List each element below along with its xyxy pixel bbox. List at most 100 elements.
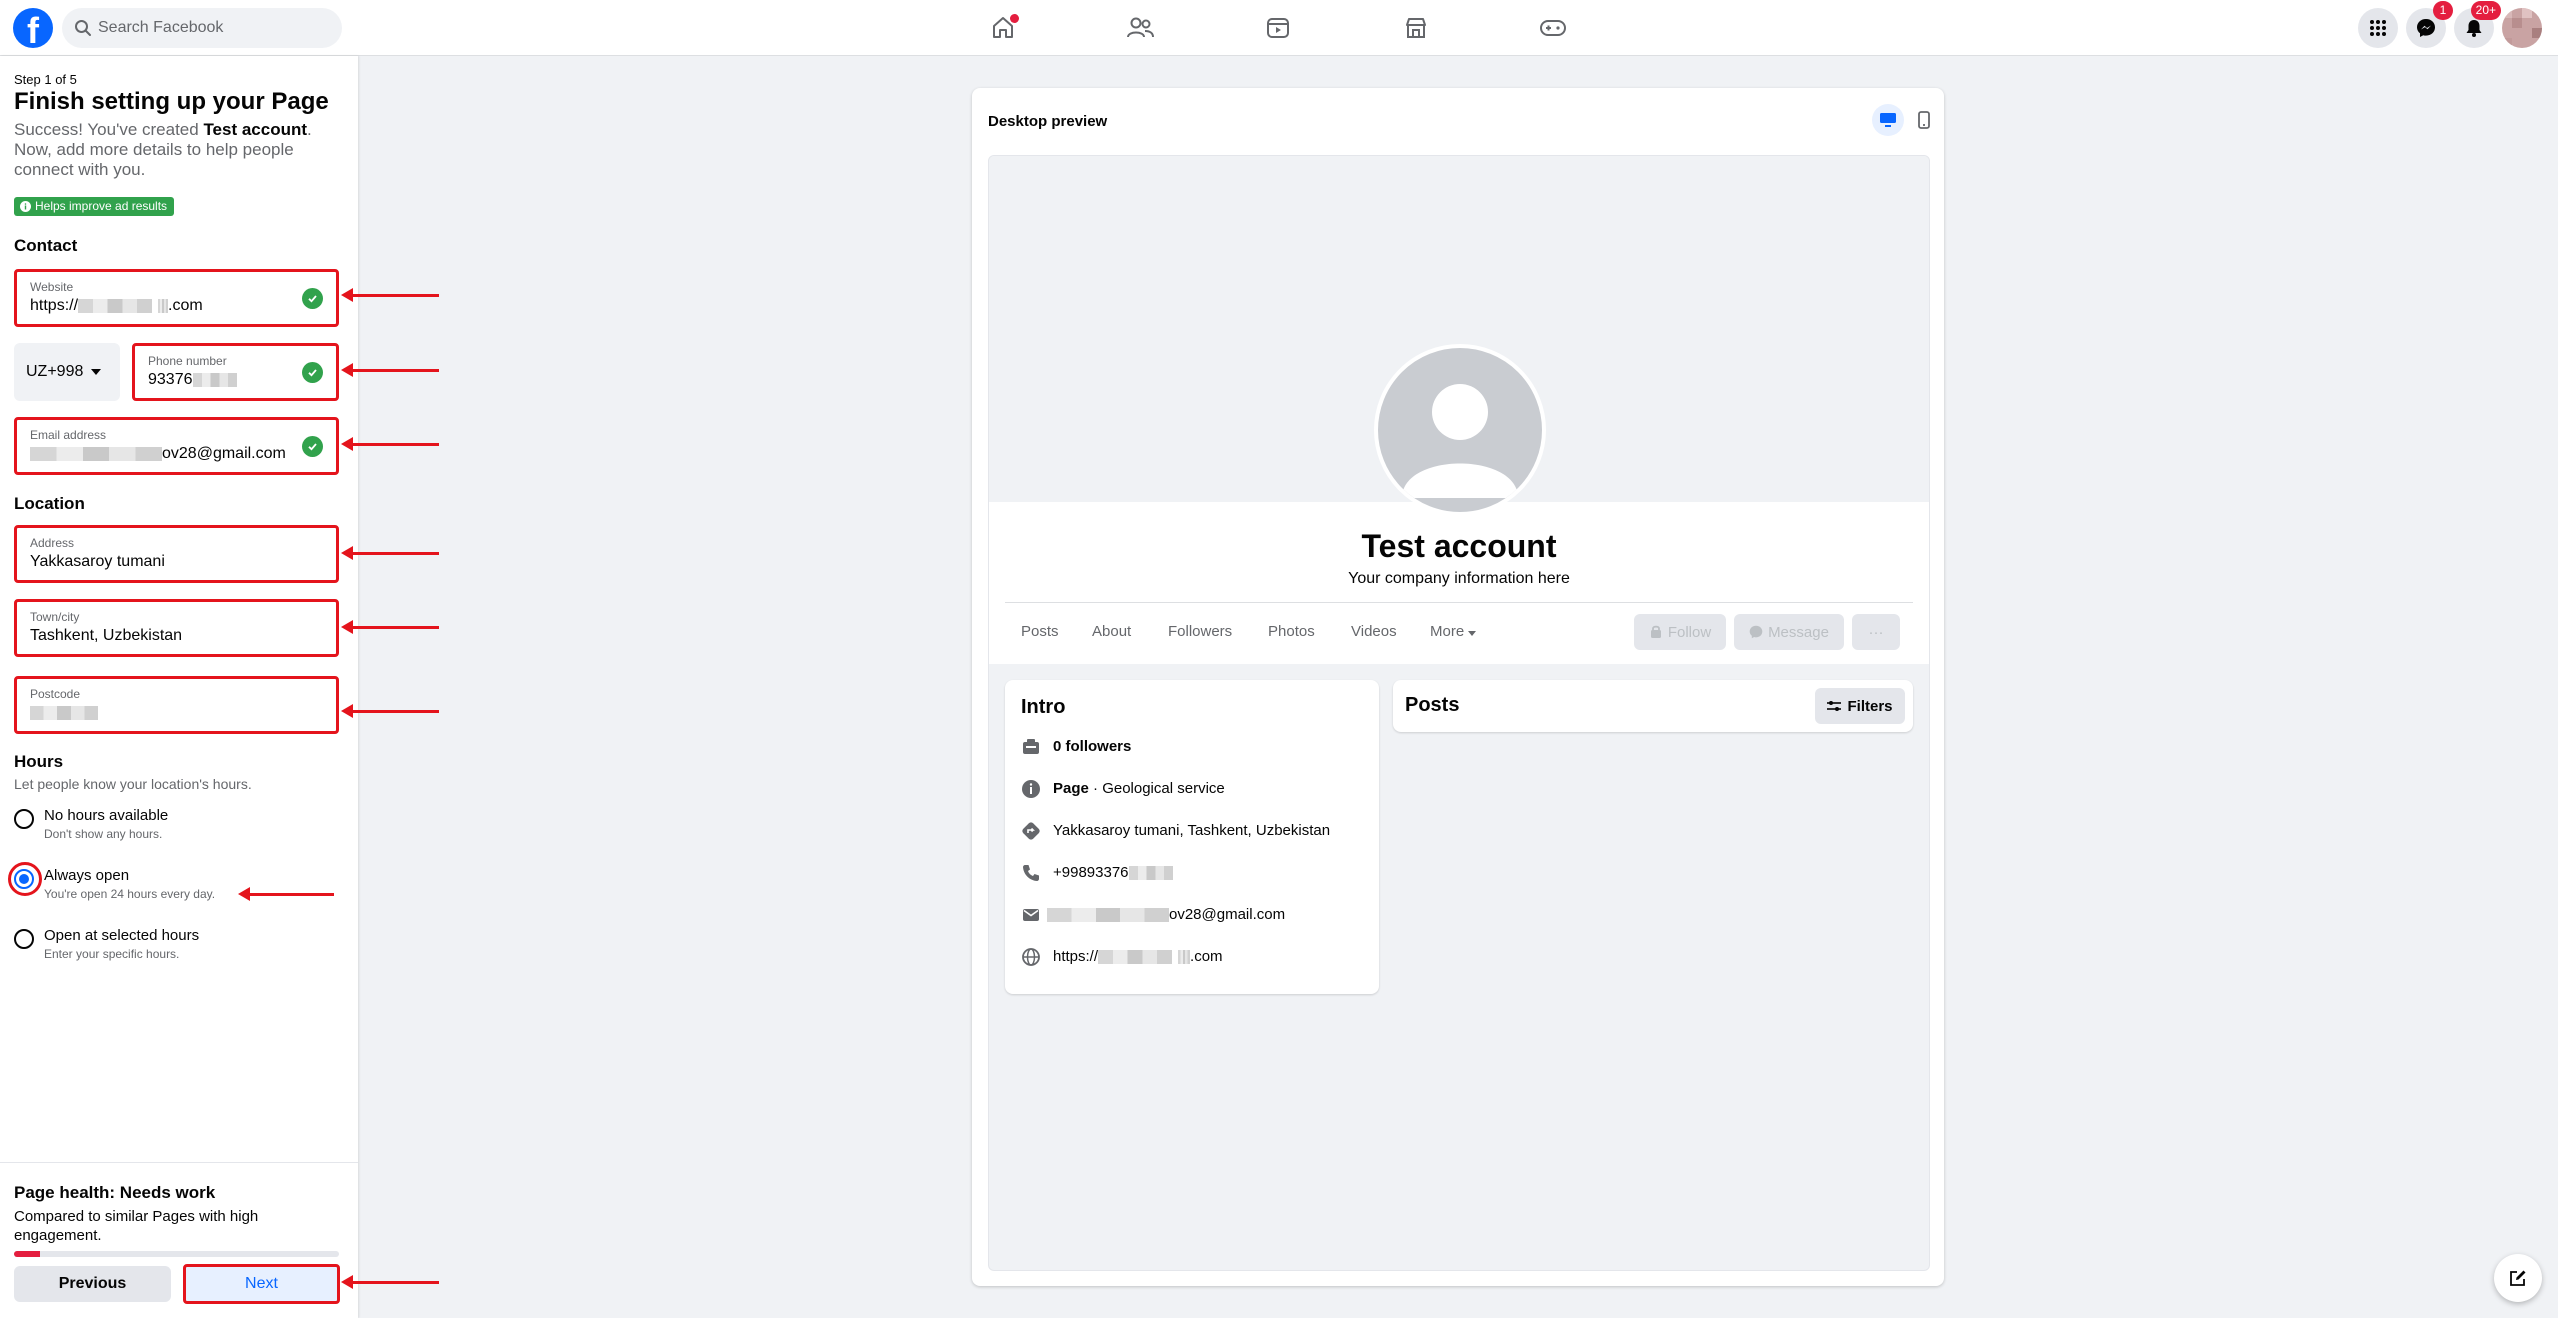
ad-results-tag: Helps improve ad results bbox=[14, 197, 175, 216]
caret-down-icon bbox=[1468, 631, 1477, 636]
new-message-button[interactable] bbox=[2494, 1254, 2542, 1302]
home-notification-dot bbox=[1010, 14, 1019, 23]
annotation-arrow bbox=[341, 437, 439, 451]
mobile-icon bbox=[1918, 111, 1930, 129]
posts-card: Posts Filters bbox=[1393, 680, 1913, 732]
messenger-button[interactable]: 1 bbox=[2406, 1, 2453, 48]
next-button[interactable]: Next bbox=[183, 1264, 340, 1304]
tab-posts[interactable]: Posts bbox=[1021, 623, 1059, 640]
contact-heading: Contact bbox=[14, 236, 78, 255]
location-heading: Location bbox=[14, 494, 85, 513]
tab-photos[interactable]: Photos bbox=[1268, 623, 1315, 640]
friends-icon bbox=[1127, 17, 1154, 38]
search-box[interactable] bbox=[62, 8, 342, 48]
annotation-arrow bbox=[238, 887, 334, 901]
tab-more[interactable]: More bbox=[1430, 623, 1477, 640]
facebook-logo[interactable]: f bbox=[13, 8, 53, 48]
step-indicator: Step 1 of 5 bbox=[14, 72, 77, 87]
option-subtitle: Enter your specific hours. bbox=[44, 947, 180, 961]
email-value[interactable]: ov28@gmail.com bbox=[30, 445, 286, 463]
nav-video[interactable] bbox=[1223, 4, 1333, 52]
tab-about[interactable]: About bbox=[1092, 623, 1131, 640]
postcode-field[interactable]: Postcode bbox=[14, 676, 339, 734]
message-button[interactable]: Message bbox=[1734, 614, 1844, 650]
nav-gaming[interactable] bbox=[1498, 4, 1608, 52]
town-city-value[interactable]: Tashkent, Uzbekistan bbox=[30, 627, 182, 645]
town-city-field[interactable]: Town/city Tashkent, Uzbekistan bbox=[14, 599, 339, 657]
email-field[interactable]: Email address ov28@gmail.com bbox=[14, 417, 339, 475]
nav-friends[interactable] bbox=[1085, 4, 1195, 52]
nav-home[interactable] bbox=[948, 4, 1058, 52]
marketplace-icon bbox=[1406, 18, 1426, 38]
email-label: Email address bbox=[30, 428, 107, 442]
follow-icon bbox=[1650, 625, 1661, 638]
annotation-arrow bbox=[341, 363, 439, 377]
messenger-icon bbox=[2417, 19, 2435, 37]
website-value[interactable]: https://.com bbox=[30, 297, 203, 315]
country-code-select[interactable]: UZ+998 bbox=[14, 343, 120, 401]
notifications-badge: 20+ bbox=[2470, 1, 2501, 20]
annotation-arrow bbox=[341, 288, 439, 302]
mobile-preview-button[interactable] bbox=[1908, 104, 1940, 136]
hours-option-none[interactable]: No hours available Don't show any hours. bbox=[14, 807, 334, 843]
website-field[interactable]: Website https://.com bbox=[14, 269, 339, 327]
more-options-button[interactable]: ··· bbox=[1852, 614, 1900, 650]
option-subtitle: You're open 24 hours every day. bbox=[44, 887, 216, 901]
address-value[interactable]: Yakkasaroy tumani bbox=[30, 553, 165, 571]
preview-page-description: Your company information here bbox=[1348, 570, 1570, 587]
page-health-subtitle: Compared to similar Pages with high enga… bbox=[14, 1208, 259, 1244]
search-input[interactable] bbox=[98, 8, 328, 48]
default-avatar-icon bbox=[1402, 384, 1518, 498]
info-icon bbox=[20, 201, 31, 212]
filters-button[interactable]: Filters bbox=[1815, 688, 1905, 724]
page-preview-card: Desktop preview Test account Your compan… bbox=[972, 88, 1944, 1286]
search-icon bbox=[75, 20, 91, 36]
followers-icon bbox=[1023, 739, 1039, 754]
page-tabs: Posts About Followers Photos Videos More… bbox=[1005, 602, 1913, 662]
postcode-label: Postcode bbox=[30, 687, 81, 701]
messenger-badge: 1 bbox=[2433, 1, 2453, 20]
directions-icon bbox=[1022, 822, 1040, 840]
profile-picture bbox=[1374, 344, 1546, 516]
radio-button[interactable] bbox=[14, 809, 34, 829]
annotation-arrow bbox=[341, 546, 439, 560]
option-subtitle: Don't show any hours. bbox=[44, 827, 163, 841]
option-title: Always open bbox=[44, 867, 130, 884]
phone-label: Phone number bbox=[148, 354, 227, 368]
compose-icon bbox=[2510, 1270, 2526, 1286]
menu-button[interactable] bbox=[2358, 8, 2398, 48]
option-title: No hours available bbox=[44, 807, 169, 824]
website-row: https://.com bbox=[1021, 946, 1371, 968]
tab-videos[interactable]: Videos bbox=[1351, 623, 1397, 640]
preview-title: Desktop preview bbox=[988, 113, 1108, 130]
posts-title: Posts bbox=[1405, 694, 1460, 716]
intro-title: Intro bbox=[1021, 696, 1066, 718]
phone-field[interactable]: Phone number 93376 bbox=[132, 343, 339, 401]
town-city-label: Town/city bbox=[30, 610, 80, 624]
hours-option-always-open[interactable]: Always open You're open 24 hours every d… bbox=[8, 862, 334, 903]
option-title: Open at selected hours bbox=[44, 927, 200, 944]
previous-button[interactable]: Previous bbox=[14, 1266, 171, 1302]
phone-value[interactable]: 93376 bbox=[148, 371, 237, 389]
desktop-preview-button[interactable] bbox=[1872, 104, 1904, 136]
page-health-progress bbox=[14, 1251, 339, 1257]
email-row: ov28@gmail.com bbox=[1021, 904, 1371, 926]
globe-icon bbox=[1022, 948, 1040, 966]
follow-button[interactable]: Follow bbox=[1634, 614, 1726, 650]
notifications-button[interactable]: 20+ bbox=[2454, 1, 2501, 48]
info-icon bbox=[1022, 780, 1040, 798]
profile-avatar[interactable] bbox=[2502, 8, 2542, 48]
hours-option-selected-hours[interactable]: Open at selected hours Enter your specif… bbox=[14, 927, 334, 963]
address-field[interactable]: Address Yakkasaroy tumani bbox=[14, 525, 339, 583]
postcode-value[interactable] bbox=[30, 704, 98, 722]
radio-button[interactable] bbox=[14, 929, 34, 949]
progress-fill bbox=[14, 1251, 40, 1257]
filters-icon bbox=[1827, 701, 1842, 711]
gaming-icon bbox=[1540, 20, 1566, 36]
tab-followers[interactable]: Followers bbox=[1168, 623, 1232, 640]
check-icon bbox=[302, 436, 323, 457]
address-label: Address bbox=[30, 536, 75, 550]
nav-marketplace[interactable] bbox=[1361, 4, 1471, 52]
address-row: Yakkasaroy tumani, Tashkent, Uzbekistan bbox=[1021, 820, 1371, 842]
phone-icon bbox=[1023, 865, 1039, 881]
